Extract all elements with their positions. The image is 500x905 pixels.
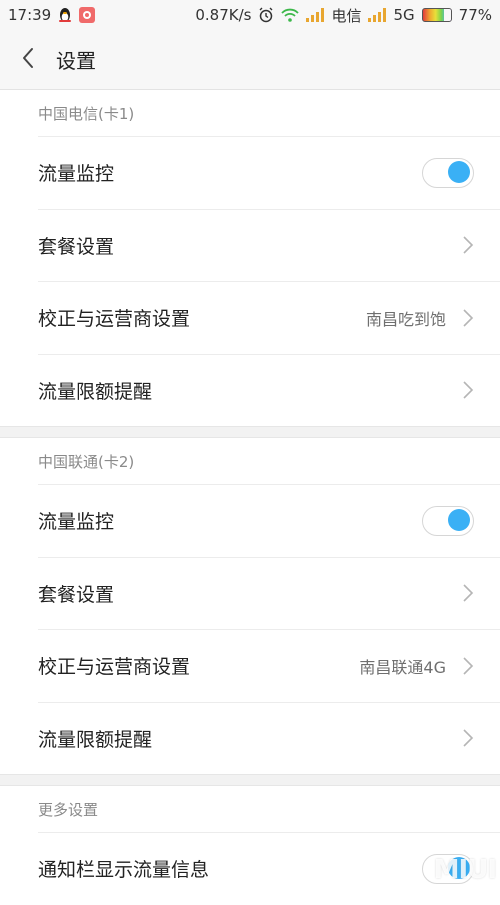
nav-bar: 设置 [0,30,500,90]
row-label: 套餐设置 [38,583,115,606]
chevron-right-icon [462,235,474,255]
wifi-icon [281,8,300,22]
status-time: 17:39 [8,6,52,24]
toggle-knob [448,161,470,184]
row-label: 校正与运营商设置 [38,656,191,679]
row-label: 流量监控 [38,163,115,186]
toggle-knob [448,509,470,532]
chevron-right-icon [462,380,474,400]
chevron-right-icon [462,656,474,676]
row-notification-traffic[interactable]: 通知栏显示流量信息 [38,832,500,905]
row-label: 校正与运营商设置 [38,308,191,331]
row-label: 通知栏显示流量信息 [38,859,210,882]
row-limit-alert-sim2[interactable]: 流量限额提醒 [38,701,500,775]
miui-watermark-logo: MIUI [433,855,497,885]
row-limit-alert-sim1[interactable]: 流量限额提醒 [38,353,500,427]
chevron-left-icon [21,47,35,73]
section-divider [0,774,500,786]
battery-percent: 77% [458,6,492,24]
status-bar: 17:39 0.87K/s 电信 5G 77% [0,0,500,30]
chevron-right-icon [462,728,474,748]
section-header: 更多设置 [38,800,99,819]
battery-icon [421,8,452,22]
row-plan-settings-sim1[interactable]: 套餐设置 [38,208,500,282]
chevron-right-icon [462,583,474,603]
network-type: 5G [393,6,415,24]
network-speed: 0.87K/s [195,6,252,24]
row-label: 流量限额提醒 [38,380,153,403]
row-carrier-settings-sim1[interactable]: 校正与运营商设置 南昌吃到饱 [38,281,500,354]
section-more-settings: 更多设置 通知栏显示流量信息 [0,786,500,905]
section-sim2: 中国联通(卡2) 流量监控 套餐设置 校正与运营商设置 南昌联通4G 流量限额提… [0,438,500,774]
qq-penguin-icon [58,7,72,23]
row-data-monitor-sim2[interactable]: 流量监控 [38,484,500,557]
row-value: 南昌联通4G [359,657,446,677]
section-divider [0,426,500,438]
row-label: 套餐设置 [38,235,115,258]
row-label: 流量监控 [38,511,115,534]
chevron-right-icon [462,308,474,328]
row-carrier-settings-sim2[interactable]: 校正与运营商设置 南昌联通4G [38,629,500,702]
back-button[interactable] [0,30,56,90]
signal-bars-sim2-icon [368,8,387,22]
row-data-monitor-sim1[interactable]: 流量监控 [38,136,500,209]
section-header: 中国联通(卡2) [38,452,135,471]
page-title: 设置 [56,49,96,73]
row-plan-settings-sim2[interactable]: 套餐设置 [38,556,500,630]
alarm-clock-icon [258,7,274,23]
row-value: 南昌吃到饱 [365,309,446,329]
toggle-data-monitor-sim1[interactable] [422,157,474,188]
weibo-notification-icon [79,7,96,23]
row-label: 流量限额提醒 [38,728,153,751]
section-header: 中国电信(卡1) [38,104,135,123]
signal-bars-sim1-icon [306,8,325,22]
toggle-data-monitor-sim2[interactable] [422,505,474,536]
section-sim1: 中国电信(卡1) 流量监控 套餐设置 校正与运营商设置 南昌吃到饱 流量限额提醒 [0,90,500,426]
carrier-label: 电信 [331,6,362,25]
